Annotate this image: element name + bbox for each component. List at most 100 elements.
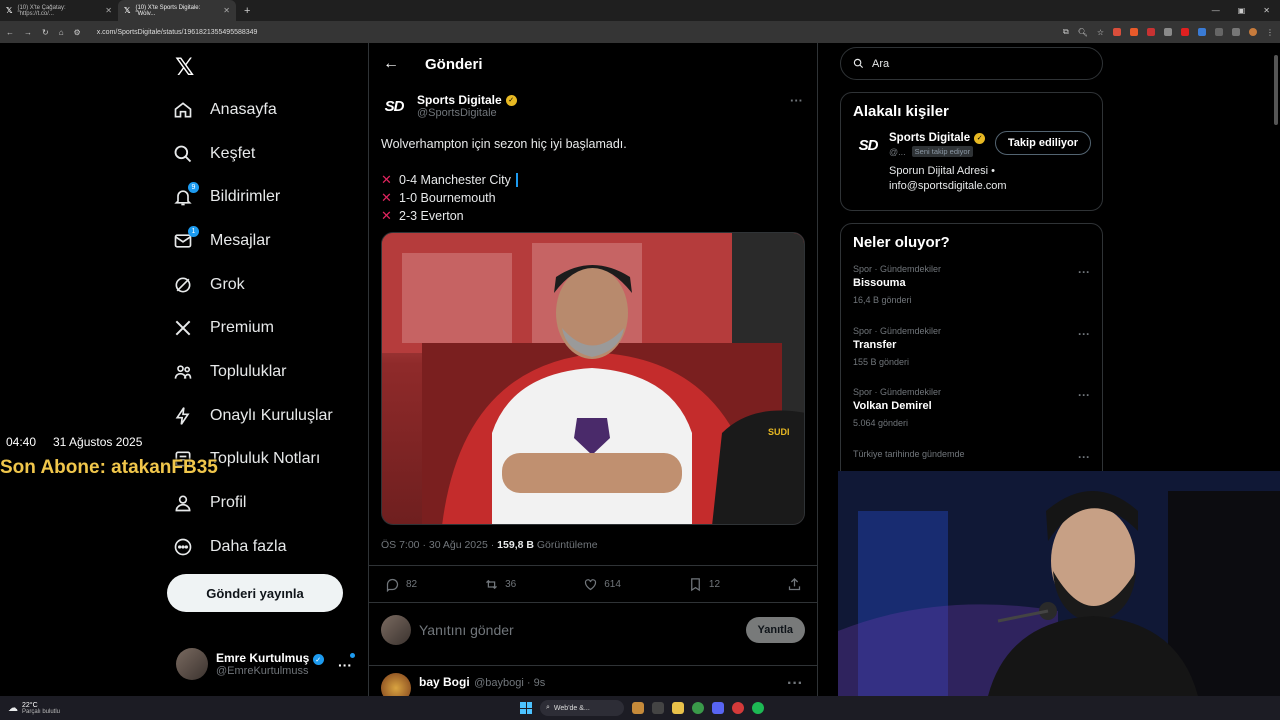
- reply-button[interactable]: Yanıtla: [745, 617, 805, 643]
- file-explorer-icon[interactable]: [672, 702, 684, 714]
- tab-title: (10) X'te Çağatay: "https://t.co/...: [17, 4, 66, 17]
- close-window-icon[interactable]: ✕: [1263, 6, 1270, 15]
- page-scrollbar[interactable]: [1272, 43, 1280, 473]
- extension-icon[interactable]: [1181, 28, 1189, 36]
- close-icon[interactable]: ✕: [105, 6, 112, 15]
- more-dots-icon[interactable]: ···: [790, 93, 803, 108]
- overlay-last-subscriber: Son Abone: atakanFB35: [0, 457, 218, 478]
- taskbar-search[interactable]: ⌕ Web'de &...: [540, 700, 624, 716]
- more-dots-icon[interactable]: ···: [1078, 450, 1090, 464]
- author-name[interactable]: Sports Digitale ✓: [417, 93, 517, 107]
- windows-start-icon[interactable]: [520, 702, 532, 714]
- heart-icon: [585, 578, 597, 590]
- browser-tab-active[interactable]: 𝕏 (10) X'te Sports Digitale: "Wolv... ✕: [118, 0, 236, 21]
- puzzle-icon[interactable]: [1232, 28, 1240, 36]
- app-icon[interactable]: [732, 702, 744, 714]
- author-handle[interactable]: @SportsDigitale: [417, 107, 517, 119]
- reply-input[interactable]: Yanıtını gönder: [419, 622, 514, 638]
- author-avatar[interactable]: SD: [381, 93, 407, 119]
- widget-icon[interactable]: [632, 702, 644, 714]
- zoom-icon[interactable]: 🔍︎: [1078, 28, 1088, 37]
- extension-icon[interactable]: [1198, 28, 1206, 36]
- reply-author-handle[interactable]: @baybogi · 9s: [474, 677, 545, 689]
- maximize-icon[interactable]: ▣: [1238, 6, 1246, 15]
- extension-icon[interactable]: [1164, 28, 1172, 36]
- x-logo-icon[interactable]: 𝕏: [175, 53, 194, 81]
- back-icon[interactable]: ←: [6, 28, 14, 37]
- install-icon[interactable]: ⧉: [1063, 27, 1069, 37]
- nav-item-grok[interactable]: Grok: [172, 263, 333, 307]
- extension-icon[interactable]: [1147, 28, 1155, 36]
- post-button[interactable]: Gönderi yayınla: [167, 574, 343, 612]
- minimize-icon[interactable]: —: [1212, 6, 1220, 15]
- message-badge: 1: [188, 225, 199, 237]
- chrome-icon[interactable]: [692, 702, 704, 714]
- task-view-icon[interactable]: [652, 702, 664, 714]
- more-dots-icon[interactable]: ···: [338, 657, 352, 673]
- following-button[interactable]: Takip ediliyor: [994, 131, 1091, 155]
- scrollbar-thumb[interactable]: [1274, 55, 1278, 125]
- photo-illustration: SUDI: [382, 233, 804, 524]
- account-handle: @EmreKurtulmuss: [216, 665, 309, 678]
- nav-item-explore[interactable]: Keşfet: [172, 132, 333, 176]
- nav-item-home[interactable]: Anasayfa: [172, 88, 333, 132]
- relevant-person[interactable]: SD Sports Digitale ✓ @... Seni takip ediy…: [841, 120, 1102, 158]
- reload-icon[interactable]: ↻: [42, 28, 49, 37]
- nav-item-more[interactable]: Daha fazla: [172, 525, 333, 569]
- more-dots-icon[interactable]: ···: [1078, 327, 1090, 341]
- search-input[interactable]: Ara: [840, 47, 1103, 80]
- spotify-icon[interactable]: [752, 702, 764, 714]
- back-arrow-icon[interactable]: ←: [383, 55, 399, 73]
- trend-item[interactable]: Spor · Gündemdekiler Bissouma 16,4 B gön…: [841, 255, 1102, 317]
- person-name[interactable]: Sports Digitale ✓: [889, 132, 986, 144]
- follows-you-badge: Seni takip ediyor: [911, 146, 974, 157]
- close-icon[interactable]: ✕: [223, 6, 230, 15]
- like-action[interactable]: 614: [583, 577, 621, 592]
- profile-avatar-icon[interactable]: [1249, 28, 1257, 36]
- reply-author-name[interactable]: bay Bogi: [419, 675, 470, 689]
- nav-item-messages[interactable]: 1 Mesajlar: [172, 219, 333, 263]
- tab-title: (10) X'te Sports Digitale: "Wolv...: [135, 4, 201, 17]
- home-icon[interactable]: ⌂: [59, 28, 64, 37]
- account-switcher[interactable]: Emre Kurtulmuş ✓ @EmreKurtulmuss ···: [176, 647, 356, 681]
- x-icon: [172, 317, 194, 339]
- grok-icon: [172, 274, 194, 296]
- discord-icon[interactable]: [712, 702, 724, 714]
- share-icon: [788, 577, 801, 590]
- browser-tab[interactable]: 𝕏 (10) X'te Çağatay: "https://t.co/... ✕: [0, 0, 118, 21]
- trend-item[interactable]: Spor · Gündemdekiler Volkan Demirel 5.06…: [841, 378, 1102, 440]
- more-dots-icon[interactable]: ···: [1078, 388, 1090, 402]
- extension-icon[interactable]: [1215, 28, 1223, 36]
- more-dots-icon[interactable]: ···: [787, 675, 803, 693]
- new-tab-icon[interactable]: +: [236, 5, 258, 17]
- more-dots-icon[interactable]: ···: [1078, 265, 1090, 279]
- star-icon[interactable]: ☆: [1097, 28, 1104, 37]
- extension-icon[interactable]: [1113, 28, 1121, 36]
- tweet-author[interactable]: SD Sports Digitale ✓ @SportsDigitale: [381, 93, 517, 119]
- red-cross-icon: ✕: [381, 172, 392, 187]
- repost-action[interactable]: 36: [484, 577, 516, 592]
- nav-item-communities[interactable]: Topluluklar: [172, 350, 333, 394]
- url-field[interactable]: x.com/SportsDigitale/status/196182135549…: [97, 29, 258, 36]
- extensions-area: ⧉ 🔍︎ ☆ ⋮: [1063, 27, 1274, 37]
- person-avatar[interactable]: SD: [855, 132, 881, 158]
- person-icon: [172, 492, 194, 514]
- person-bio: Sporun Dijital Adresi • info@sportsdigit…: [889, 165, 1007, 192]
- nav-item-notifications[interactable]: 9 Bildirimler: [172, 175, 333, 219]
- nav-item-premium[interactable]: Premium: [172, 306, 333, 350]
- extension-icon[interactable]: [1130, 28, 1138, 36]
- reply-action[interactable]: 82: [385, 577, 417, 592]
- trend-item[interactable]: Spor · Gündemdekiler Transfer 155 B gönd…: [841, 317, 1102, 379]
- share-action[interactable]: [787, 577, 802, 592]
- tweet-photo[interactable]: SUDI: [381, 232, 805, 525]
- nav-item-verified-orgs[interactable]: Onaylı Kuruluşlar: [172, 394, 333, 438]
- menu-dots-icon[interactable]: ⋮: [1266, 28, 1274, 37]
- site-info-icon[interactable]: ⚙: [74, 28, 81, 37]
- lightning-icon: [172, 405, 194, 427]
- forward-icon[interactable]: →: [24, 28, 32, 37]
- weather-widget[interactable]: ☁ 22°C Parçalı bulutlu: [0, 702, 60, 715]
- avatar: [381, 615, 411, 645]
- nav-item-profile[interactable]: Profil: [172, 481, 333, 525]
- bookmark-action[interactable]: 12: [688, 577, 720, 592]
- x-favicon-icon: 𝕏: [6, 6, 13, 15]
